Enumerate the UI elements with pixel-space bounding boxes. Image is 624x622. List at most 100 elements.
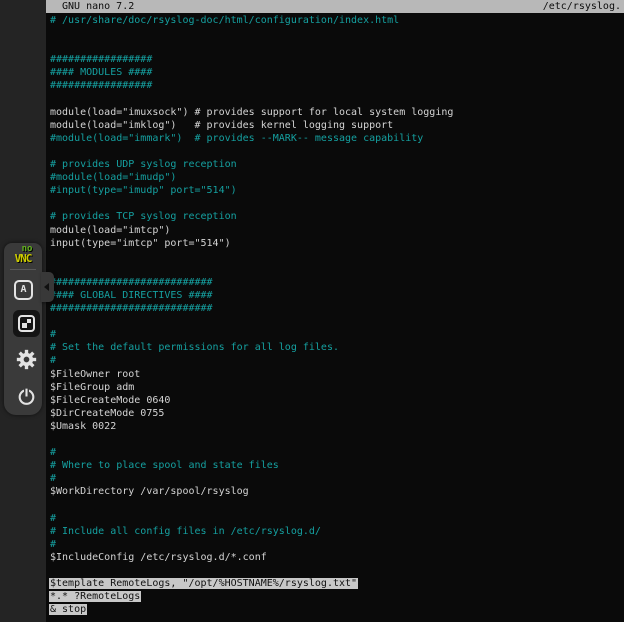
control-bar-handle[interactable] — [41, 272, 54, 302]
editor-line-text: $Umask 0022 — [50, 421, 116, 432]
editor-line[interactable]: $DirCreateMode 0755 — [50, 407, 624, 420]
editor-line-text: module(load="imtcp") — [50, 225, 170, 236]
editor-line[interactable]: ########################### — [50, 276, 624, 289]
editor-line-text: # — [50, 473, 56, 484]
editor-line[interactable] — [50, 263, 624, 276]
editor-line-text: #### GLOBAL DIRECTIVES #### — [50, 290, 213, 301]
fullscreen-button[interactable] — [13, 310, 40, 337]
fullscreen-icon-square-small — [27, 319, 31, 323]
panel-divider — [10, 269, 36, 270]
editor-line[interactable]: $WorkDirectory /var/spool/rsyslog — [50, 485, 624, 498]
editor-line[interactable]: module(load="imtcp") — [50, 224, 624, 237]
editor-line[interactable]: ########################### — [50, 302, 624, 315]
editor-line[interactable] — [50, 564, 624, 577]
fullscreen-icon-square-large — [22, 323, 27, 328]
editor-line[interactable]: # — [50, 538, 624, 551]
editor-line[interactable]: #input(type="imudp" port="514") — [50, 184, 624, 197]
editor-line-text: # — [50, 513, 56, 524]
keyboard-key-icon: A — [14, 280, 33, 300]
terminal-window[interactable]: GNU nano 7.2 /etc/rsyslog. # /usr/share/… — [46, 0, 624, 622]
editor-line[interactable]: module(load="imuxsock") # provides suppo… — [50, 106, 624, 119]
editor-line-text: #input(type="imudp" port="514") — [50, 185, 237, 196]
editor-line[interactable]: # — [50, 328, 624, 341]
power-button[interactable] — [16, 386, 37, 407]
editor-line-text: $template RemoteLogs, "/opt/%HOSTNAME%/r… — [49, 578, 358, 589]
editor-line-text: $WorkDirectory /var/spool/rsyslog — [50, 486, 249, 497]
editor-line-text: # provides UDP syslog reception — [50, 159, 237, 170]
novnc-logo: no VNC — [4, 246, 42, 264]
novnc-control-bar: no VNC A — [4, 243, 42, 415]
editor-line-text: $FileCreateMode 0640 — [50, 395, 170, 406]
editor-line-text: *.* ?RemoteLogs — [49, 591, 141, 602]
editor-line[interactable]: #module(load="imudp") — [50, 171, 624, 184]
editor-line[interactable]: # provides UDP syslog reception — [50, 158, 624, 171]
editor-line[interactable] — [50, 498, 624, 511]
editor-line-text: #module(load="imudp") — [50, 172, 176, 183]
editor-line[interactable]: module(load="imklog") # provides kernel … — [50, 119, 624, 132]
editor-line[interactable]: & stop — [50, 603, 624, 616]
editor-line[interactable]: #### MODULES #### — [50, 66, 624, 79]
editor-line-text: input(type="imtcp" port="514") — [50, 238, 231, 249]
editor-line[interactable]: *.* ?RemoteLogs — [50, 590, 624, 603]
editor-line[interactable] — [50, 40, 624, 53]
editor-line-text: # provides TCP syslog reception — [50, 211, 237, 222]
editor-line-text: $IncludeConfig /etc/rsyslog.d/*.conf — [50, 552, 267, 563]
editor-line[interactable] — [50, 145, 624, 158]
power-icon — [16, 386, 37, 407]
editor-line-text: # — [50, 447, 56, 458]
editor-line-text: # — [50, 329, 56, 340]
editor-line[interactable]: $Umask 0022 — [50, 420, 624, 433]
editor-line[interactable]: $IncludeConfig /etc/rsyslog.d/*.conf — [50, 551, 624, 564]
editor-line[interactable]: # — [50, 472, 624, 485]
nano-version: GNU nano 7.2 — [62, 0, 134, 13]
editor-line-text: $DirCreateMode 0755 — [50, 408, 164, 419]
editor-line[interactable] — [50, 315, 624, 328]
editor-line[interactable]: $FileOwner root — [50, 368, 624, 381]
editor-line-text: ########################### — [50, 277, 213, 288]
editor-line-text: # — [50, 539, 56, 550]
collapse-arrow-icon — [44, 283, 49, 291]
editor-line-text: module(load="imuxsock") # provides suppo… — [50, 107, 453, 118]
editor-line[interactable]: # — [50, 512, 624, 525]
editor-line[interactable]: # Where to place spool and state files — [50, 459, 624, 472]
editor-line-text: $FileOwner root — [50, 369, 140, 380]
editor-line[interactable]: $template RemoteLogs, "/opt/%HOSTNAME%/r… — [50, 577, 624, 590]
keyboard-button[interactable]: A — [14, 280, 33, 300]
editor-line[interactable] — [50, 250, 624, 263]
editor-line-text: # Where to place spool and state files — [50, 460, 279, 471]
editor-line-text: ########################### — [50, 303, 213, 314]
editor-line[interactable]: input(type="imtcp" port="514") — [50, 237, 624, 250]
editor-line[interactable] — [50, 433, 624, 446]
fullscreen-icon — [18, 315, 35, 332]
editor-line[interactable]: # Include all config files in /etc/rsysl… — [50, 525, 624, 538]
nano-titlebar: GNU nano 7.2 /etc/rsyslog. — [46, 0, 624, 13]
settings-button[interactable] — [16, 349, 37, 370]
novnc-logo-vnc: VNC — [4, 253, 42, 264]
editor-line[interactable]: # /usr/share/doc/rsyslog-doc/html/config… — [50, 14, 624, 27]
editor-line[interactable]: # — [50, 354, 624, 367]
editor-line[interactable]: $FileGroup adm — [50, 381, 624, 394]
editor-line[interactable]: #### GLOBAL DIRECTIVES #### — [50, 289, 624, 302]
editor-line-text: # Include all config files in /etc/rsysl… — [50, 526, 321, 537]
editor-content[interactable]: # /usr/share/doc/rsyslog-doc/html/config… — [50, 14, 624, 622]
editor-line[interactable] — [50, 93, 624, 106]
editor-line[interactable] — [50, 197, 624, 210]
editor-line[interactable]: ################# — [50, 79, 624, 92]
gear-icon — [16, 349, 37, 370]
editor-line-text: #### MODULES #### — [50, 67, 152, 78]
editor-line[interactable]: ################# — [50, 53, 624, 66]
editor-line[interactable]: $FileCreateMode 0640 — [50, 394, 624, 407]
editor-line[interactable]: #module(load="immark") # provides --MARK… — [50, 132, 624, 145]
editor-line[interactable]: # — [50, 446, 624, 459]
editor-line-text: $FileGroup adm — [50, 382, 134, 393]
editor-line-text: # Set the default permissions for all lo… — [50, 342, 339, 353]
editor-line[interactable]: # Set the default permissions for all lo… — [50, 341, 624, 354]
editor-line-text: ################# — [50, 54, 152, 65]
editor-line-text: ################# — [50, 80, 152, 91]
editor-line[interactable]: # provides TCP syslog reception — [50, 210, 624, 223]
editor-line-text: #module(load="immark") # provides --MARK… — [50, 133, 423, 144]
editor-line-text: & stop — [49, 604, 87, 615]
editor-line[interactable] — [50, 27, 624, 40]
editor-line-text: # /usr/share/doc/rsyslog-doc/html/config… — [50, 15, 399, 26]
editor-line-text: module(load="imklog") # provides kernel … — [50, 120, 393, 131]
